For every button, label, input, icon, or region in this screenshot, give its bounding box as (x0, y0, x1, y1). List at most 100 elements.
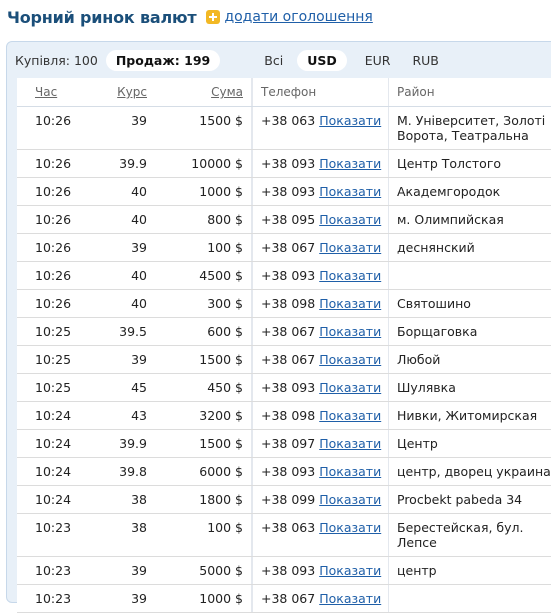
district-cell: Любой (388, 346, 551, 373)
table-row: 10:25 45 450 $ +38 093 Показати Шулявка (17, 374, 551, 402)
show-phone-link[interactable]: Показати (319, 408, 381, 423)
currency-all[interactable]: Всі (260, 50, 287, 71)
amount-cell: 10000 $ (155, 150, 252, 177)
district-cell: Нивки, Житомирская (388, 402, 551, 429)
rate-cell: 39 (131, 352, 147, 367)
amount-cell: 1000 $ (155, 585, 252, 612)
table-row: 10:26 40 800 $ +38 095 Показати м. Олимпийска… (17, 206, 551, 234)
time-cell: 10:24 (35, 436, 72, 451)
add-listing-link[interactable]: додати оголошення (206, 9, 373, 25)
amount-cell: 1800 $ (155, 486, 252, 513)
sell-count[interactable]: Продаж: 199 (105, 49, 221, 71)
district-cell: центр (388, 557, 551, 584)
phone-cell: +38 067 Показати (252, 346, 388, 373)
table-row: 10:26 40 1000 $ +38 093 Показати Академгородо… (17, 178, 551, 206)
rate-cell: 39 (131, 240, 147, 255)
phone-cell: +38 093 Показати (252, 262, 388, 289)
table-row: 10:26 40 300 $ +38 098 Показати Святошино (17, 290, 551, 318)
time-cell: 10:24 (35, 464, 72, 479)
phone-cell: +38 095 Показати (252, 206, 388, 233)
show-phone-link[interactable]: Показати (319, 240, 381, 255)
column-district: Район (388, 78, 551, 106)
district-cell (388, 585, 551, 612)
phone-prefix: +38 067 (261, 324, 316, 339)
phone-cell: +38 099 Показати (252, 486, 388, 513)
show-phone-link[interactable]: Показати (319, 436, 381, 451)
rate-cell: 40 (131, 268, 147, 283)
phone-prefix: +38 067 (261, 240, 316, 255)
amount-cell: 800 $ (155, 206, 252, 233)
district-cell: деснянский (388, 234, 551, 261)
rate-cell: 40 (131, 296, 147, 311)
rate-cell: 39.9 (119, 156, 147, 171)
phone-cell: +38 098 Показати (252, 290, 388, 317)
phone-prefix: +38 093 (261, 380, 316, 395)
amount-cell: 600 $ (155, 318, 252, 345)
phone-prefix: +38 063 (261, 113, 316, 128)
show-phone-link[interactable]: Показати (319, 380, 381, 395)
show-phone-link[interactable]: Показати (319, 352, 381, 367)
show-phone-link[interactable]: Показати (319, 268, 381, 283)
amount-cell: 450 $ (155, 374, 252, 401)
rate-cell: 39 (131, 563, 147, 578)
amount-cell: 4500 $ (155, 262, 252, 289)
phone-cell: +38 093 Показати (252, 458, 388, 485)
rate-cell: 39.8 (119, 464, 147, 479)
phone-cell: +38 067 Показати (252, 585, 388, 612)
table-row: 10:25 39.5 600 $ +38 067 Показати Борщаговка (17, 318, 551, 346)
phone-cell: +38 063 Показати (252, 514, 388, 556)
phone-prefix: +38 067 (261, 591, 316, 606)
column-amount[interactable]: Сума (155, 78, 252, 106)
show-phone-link[interactable]: Показати (319, 324, 381, 339)
currency-usd[interactable]: USD (297, 49, 347, 71)
show-phone-link[interactable]: Показати (319, 156, 381, 171)
time-cell: 10:23 (35, 563, 72, 578)
time-cell: 10:26 (35, 184, 72, 199)
show-phone-link[interactable]: Показати (319, 492, 381, 507)
time-cell: 10:23 (35, 591, 72, 606)
currency-eur[interactable]: EUR (361, 50, 395, 71)
show-phone-link[interactable]: Показати (319, 212, 381, 227)
time-cell: 10:26 (35, 296, 72, 311)
show-phone-link[interactable]: Показати (319, 113, 381, 128)
table-header: Час Курс Сума Телефон Район (17, 78, 551, 107)
phone-prefix: +38 093 (261, 464, 316, 479)
buy-count[interactable]: Купівля: 100 (15, 53, 98, 68)
time-cell: 10:25 (35, 352, 72, 367)
time-cell: 10:26 (35, 212, 72, 227)
show-phone-link[interactable]: Показати (319, 563, 381, 578)
column-rate[interactable]: Курс (87, 78, 155, 106)
phone-prefix: +38 093 (261, 563, 316, 578)
rate-cell: 38 (131, 520, 147, 535)
phone-prefix: +38 063 (261, 520, 316, 535)
currency-rub[interactable]: RUB (408, 50, 442, 71)
add-listing-label: додати оголошення (224, 9, 373, 25)
table-row: 10:24 39.9 1500 $ +38 097 Показати Центр (17, 430, 551, 458)
phone-cell: +38 093 Показати (252, 178, 388, 205)
district-cell: Борщаговка (388, 318, 551, 345)
amount-cell: 6000 $ (155, 458, 252, 485)
show-phone-link[interactable]: Показати (319, 296, 381, 311)
rate-cell: 38 (131, 492, 147, 507)
district-cell: Академгородок (388, 178, 551, 205)
show-phone-link[interactable]: Показати (319, 520, 381, 535)
table-row: 10:24 43 3200 $ +38 098 Показати Нивки, Житом… (17, 402, 551, 430)
show-phone-link[interactable]: Показати (319, 591, 381, 606)
column-time[interactable]: Час (17, 78, 87, 106)
district-cell: центр, дворец украина (388, 458, 551, 485)
table-row: 10:26 40 4500 $ +38 093 Показати (17, 262, 551, 290)
show-phone-link[interactable]: Показати (319, 464, 381, 479)
rate-cell: 43 (131, 408, 147, 423)
time-cell: 10:25 (35, 324, 72, 339)
phone-cell: +38 093 Показати (252, 557, 388, 584)
time-cell: 10:26 (35, 113, 72, 128)
amount-cell: 3200 $ (155, 402, 252, 429)
show-phone-link[interactable]: Показати (319, 184, 381, 199)
time-cell: 10:26 (35, 240, 72, 255)
phone-prefix: +38 099 (261, 492, 316, 507)
phone-prefix: +38 067 (261, 352, 316, 367)
table-row: 10:25 39 1500 $ +38 067 Показати Любой (17, 346, 551, 374)
phone-cell: +38 093 Показати (252, 150, 388, 177)
time-cell: 10:25 (35, 380, 72, 395)
table-row: 10:24 38 1800 $ +38 099 Показати Procbekt pab… (17, 486, 551, 514)
